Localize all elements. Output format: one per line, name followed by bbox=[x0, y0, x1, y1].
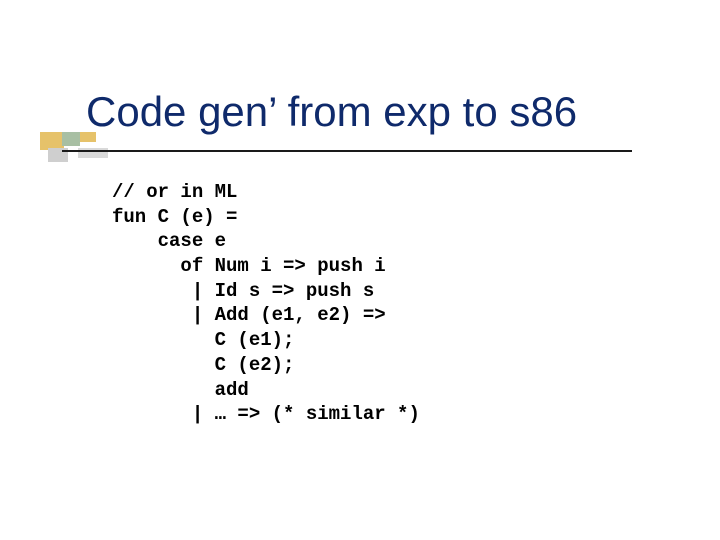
slide: Code gen’ from exp to s86 // or in ML fu… bbox=[0, 0, 720, 540]
code-line: C (e1); bbox=[112, 329, 294, 351]
code-line: // or in ML bbox=[112, 181, 237, 203]
code-line: | Add (e1, e2) => bbox=[112, 304, 386, 326]
code-line: of Num i => push i bbox=[112, 255, 386, 277]
code-line: | … => (* similar *) bbox=[112, 403, 420, 425]
code-line: add bbox=[112, 379, 249, 401]
code-line: C (e2); bbox=[112, 354, 294, 376]
code-line: | Id s => push s bbox=[112, 280, 374, 302]
code-line: fun C (e) = bbox=[112, 206, 237, 228]
ornament-block bbox=[62, 132, 80, 146]
code-block: // or in ML fun C (e) = case e of Num i … bbox=[112, 180, 420, 427]
title-ornament bbox=[40, 132, 98, 166]
title-underline bbox=[62, 150, 632, 152]
code-line: case e bbox=[112, 230, 226, 252]
slide-title: Code gen’ from exp to s86 bbox=[86, 88, 686, 136]
